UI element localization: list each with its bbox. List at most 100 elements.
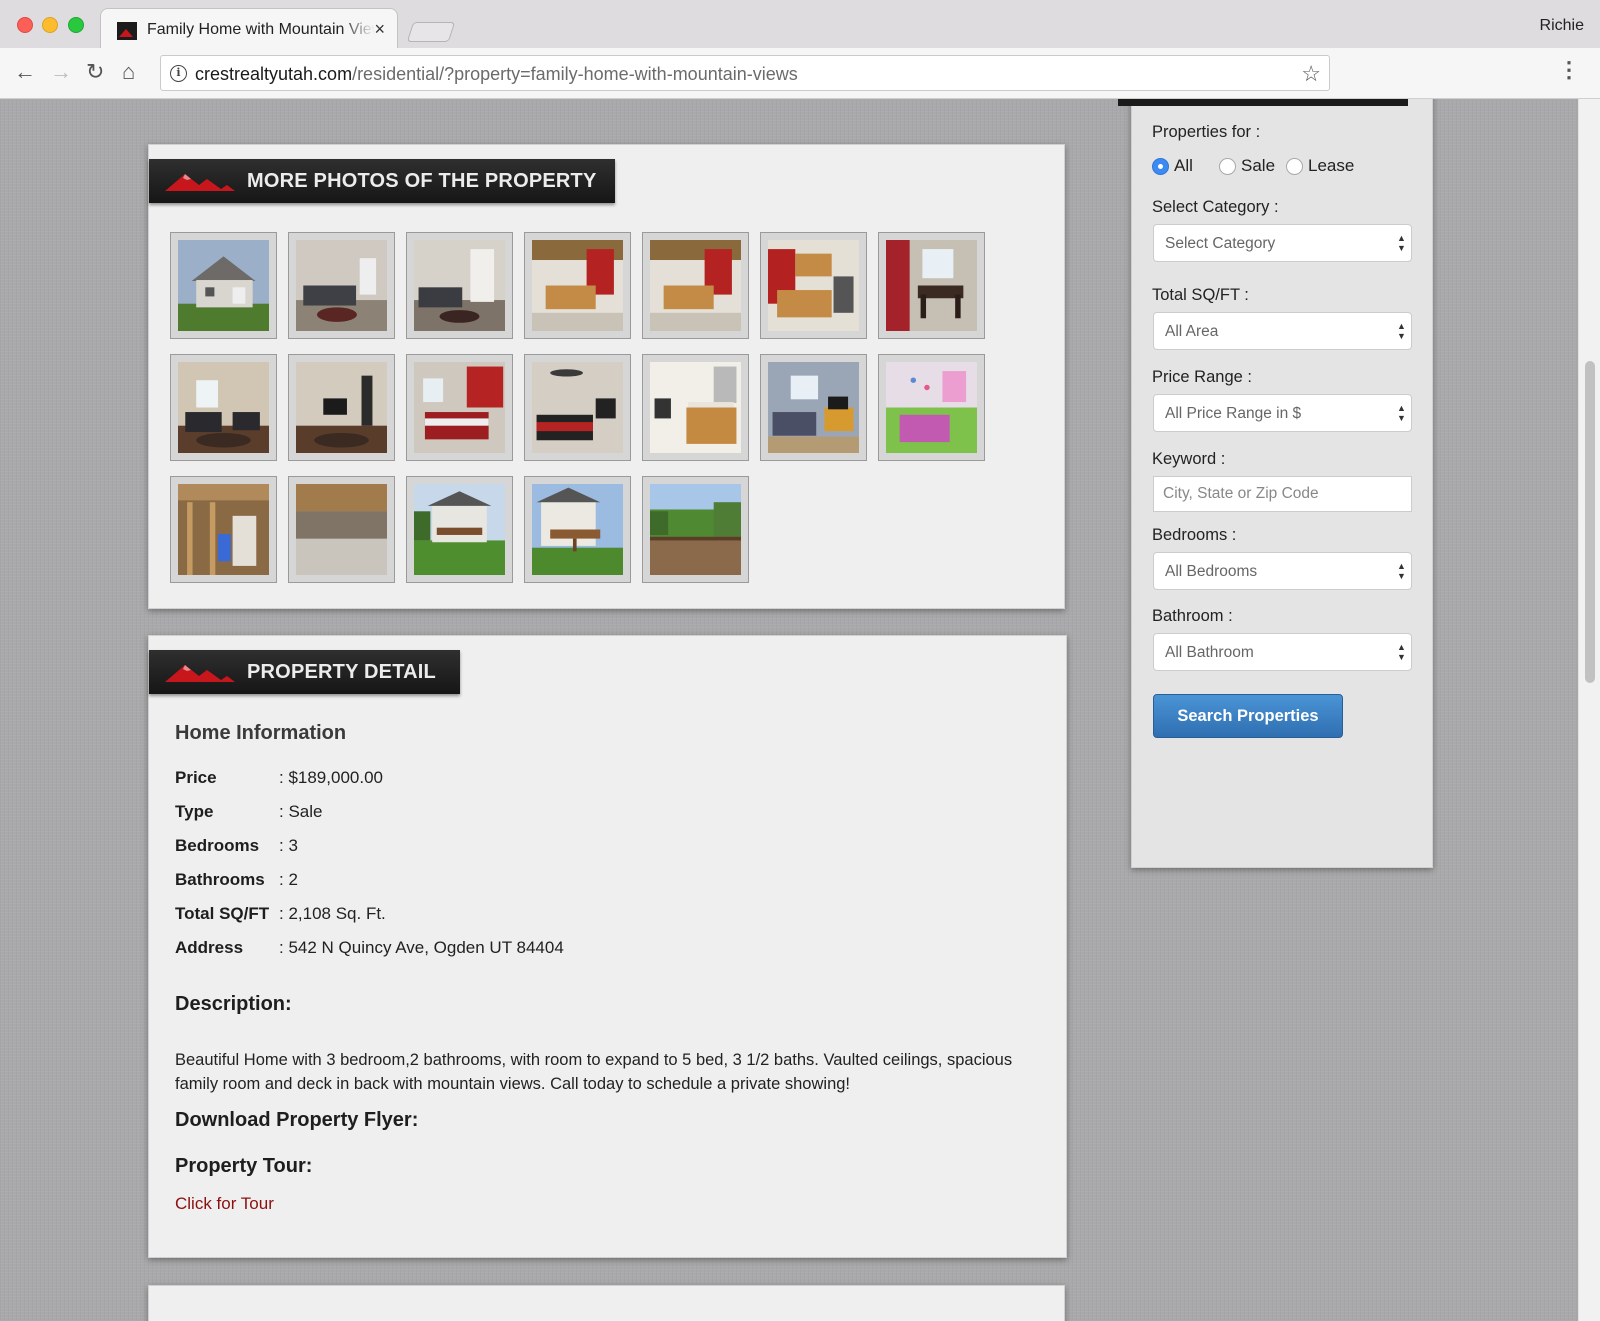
home-icon[interactable]: ⌂ [122, 60, 135, 84]
new-tab-button[interactable] [406, 22, 456, 42]
radio-button[interactable] [1152, 157, 1169, 175]
info-label: Bedrooms [175, 836, 260, 855]
info-value: : Sale [279, 802, 323, 821]
bedrooms-select-value: All Bedrooms [1165, 563, 1258, 580]
photo-image [886, 240, 977, 331]
radio-label: Sale [1241, 156, 1276, 175]
page-viewport: MORE PHOTOS OF THE PROPERTY PROPERTY DET… [0, 99, 1600, 1321]
category-label: Select Category : [1152, 198, 1279, 216]
info-value: : $189,000.00 [279, 768, 383, 787]
flyer-heading: Download Property Flyer: [175, 1109, 419, 1131]
photo-thumbnail[interactable] [642, 232, 749, 339]
photo-image [178, 240, 269, 331]
photo-thumbnail[interactable] [524, 354, 631, 461]
description-heading: Description: [175, 993, 292, 1015]
radio-all[interactable]: All [1152, 156, 1193, 176]
keyword-placeholder: City, State or Zip Code [1163, 485, 1319, 502]
photo-thumbnail[interactable] [288, 476, 395, 583]
photo-image [532, 240, 623, 331]
bathroom-select-value: All Bathroom [1165, 644, 1254, 661]
category-select[interactable]: Select Category ▲ ▼ [1153, 224, 1412, 262]
next-panel-edge [148, 1285, 1065, 1321]
properties-for-label: Properties for : [1152, 123, 1261, 141]
photos-panel-header: MORE PHOTOS OF THE PROPERTY [149, 159, 615, 203]
sqft-select[interactable]: All Area ▲ ▼ [1153, 312, 1412, 350]
photo-thumbnail[interactable] [288, 232, 395, 339]
photo-thumbnail[interactable] [170, 354, 277, 461]
photo-thumbnail[interactable] [170, 476, 277, 583]
photo-thumbnail[interactable] [406, 354, 513, 461]
info-label: Address [175, 938, 244, 957]
sidebar-header-bar [1118, 99, 1408, 106]
photo-thumbnail[interactable] [878, 232, 985, 339]
photo-image [886, 362, 977, 453]
photo-thumbnail[interactable] [760, 354, 867, 461]
price-range-select[interactable]: All Price Range in $ ▲ ▼ [1153, 394, 1412, 432]
browser-tab-bar: Family Home with Mountain Views × Richie [0, 0, 1600, 48]
tab-title: Family Home with Mountain Views [147, 21, 375, 38]
photos-panel: MORE PHOTOS OF THE PROPERTY [148, 144, 1065, 609]
browser-tab-active[interactable]: Family Home with Mountain Views × [100, 8, 398, 48]
radio-button[interactable] [1286, 157, 1303, 175]
photo-image [178, 362, 269, 453]
radio-button[interactable] [1219, 157, 1236, 175]
browser-toolbar: ← → ↻ ⌂ i crestrealtyutah.com/residentia… [0, 48, 1600, 99]
property-detail-panel: PROPERTY DETAIL Home Information Price :… [148, 635, 1067, 1258]
photo-thumbnail[interactable] [760, 232, 867, 339]
photo-thumbnail[interactable] [406, 232, 513, 339]
mountain-logo-icon [165, 174, 235, 191]
browser-menu-icon[interactable]: ⋮ [1558, 59, 1580, 81]
radio-lease[interactable]: Lease [1286, 156, 1354, 176]
url-host: crestrealtyutah.com [195, 64, 353, 84]
detail-section-title: PROPERTY DETAIL [247, 661, 436, 683]
address-bar[interactable]: i crestrealtyutah.com/residential/?prope… [160, 55, 1330, 91]
photo-thumbnail[interactable] [524, 476, 631, 583]
reload-icon[interactable]: ↻ [86, 60, 104, 84]
tour-link[interactable]: Click for Tour [175, 1194, 274, 1214]
info-label: Bathrooms [175, 870, 265, 889]
profile-name[interactable]: Richie [1540, 17, 1584, 35]
description-text: Beautiful Home with 3 bedroom,2 bathroom… [175, 1051, 1013, 1093]
select-arrows-icon: ▲ ▼ [1397, 403, 1406, 423]
photo-image [768, 240, 859, 331]
site-favicon-icon [117, 22, 137, 40]
select-arrows-icon: ▲ ▼ [1397, 642, 1406, 662]
photo-thumbnail[interactable] [878, 354, 985, 461]
tour-heading: Property Tour: [175, 1155, 313, 1177]
detail-panel-header: PROPERTY DETAIL [149, 650, 460, 694]
minimize-window-button[interactable] [42, 17, 58, 33]
photo-thumbnail[interactable] [524, 232, 631, 339]
photo-thumbnail[interactable] [642, 354, 749, 461]
photo-thumbnail[interactable] [406, 476, 513, 583]
forward-arrow-icon[interactable]: → [50, 60, 72, 84]
scrollbar-thumb[interactable] [1585, 361, 1595, 683]
bathroom-label: Bathroom : [1152, 607, 1233, 625]
keyword-input[interactable]: City, State or Zip Code [1153, 476, 1412, 512]
photo-image [414, 484, 505, 575]
photo-thumbnail[interactable] [288, 354, 395, 461]
info-value: : 542 N Quincy Ave, Ogden UT 84404 [279, 938, 564, 957]
tab-close-icon[interactable]: × [374, 19, 385, 39]
back-arrow-icon[interactable]: ← [14, 60, 36, 84]
search-properties-button[interactable]: Search Properties [1153, 694, 1343, 738]
photo-image [414, 240, 505, 331]
photo-image [650, 362, 741, 453]
select-arrows-icon: ▲ ▼ [1397, 321, 1406, 341]
photo-image [296, 362, 387, 453]
photo-image [532, 362, 623, 453]
bookmark-star-icon[interactable]: ☆ [1301, 61, 1321, 87]
url-text: crestrealtyutah.com/residential/?propert… [195, 64, 798, 85]
radio-label: Lease [1308, 156, 1355, 175]
page-scrollbar[interactable] [1578, 99, 1600, 1321]
zoom-window-button[interactable] [68, 17, 84, 33]
bathroom-select[interactable]: All Bathroom ▲ ▼ [1153, 633, 1412, 671]
close-window-button[interactable] [17, 17, 33, 33]
info-label: Type [175, 802, 214, 821]
sqft-select-value: All Area [1165, 323, 1219, 340]
radio-sale[interactable]: Sale [1219, 156, 1275, 176]
info-label: Total SQ/FT [175, 904, 270, 923]
photo-thumbnail[interactable] [642, 476, 749, 583]
photo-thumbnail[interactable] [170, 232, 277, 339]
site-info-icon[interactable]: i [170, 65, 187, 82]
bedrooms-select[interactable]: All Bedrooms ▲ ▼ [1153, 552, 1412, 590]
